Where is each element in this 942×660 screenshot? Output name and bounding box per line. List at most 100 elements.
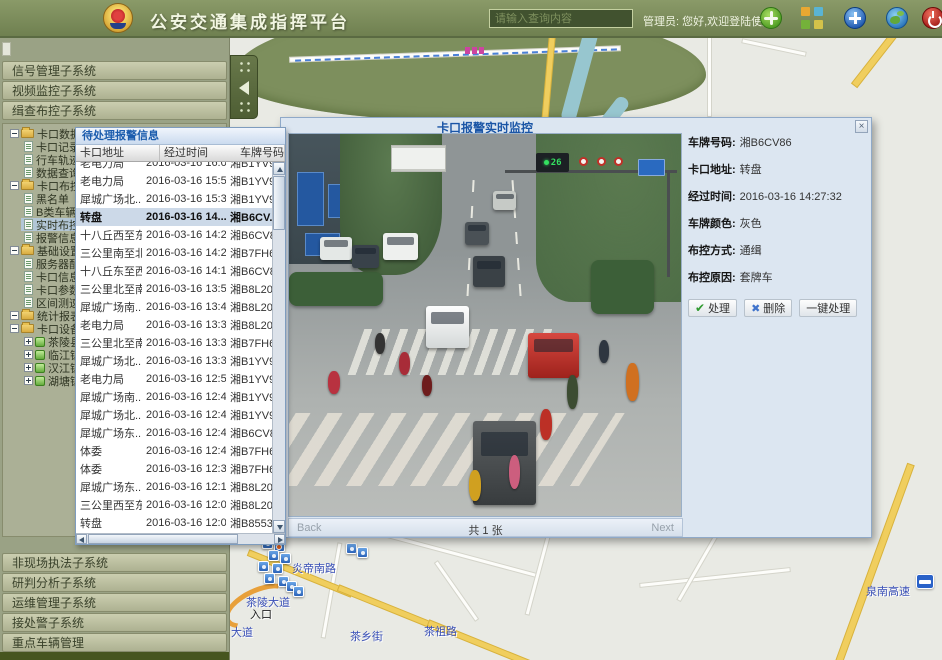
handle-button[interactable]: ✔ 处理 (688, 299, 737, 317)
column-header[interactable]: 经过时间 (160, 145, 236, 161)
alarm-row[interactable]: 犀城广场东... 2016-03-16 12:1... 湘B8L203 (76, 478, 273, 496)
map-road (435, 561, 478, 620)
tree-expander-icon[interactable] (10, 246, 19, 255)
camera-marker[interactable] (264, 573, 275, 584)
alarm-row[interactable]: 三公里北至南 2016-03-16 13:5... 湘B8L203 (76, 280, 273, 298)
add-icon[interactable] (844, 7, 866, 29)
globe-icon[interactable] (886, 7, 908, 29)
scooter-rider (399, 352, 410, 375)
map-tools-icon[interactable] (760, 7, 782, 29)
alarm-row[interactable]: 犀城广场东... 2016-03-16 12:4... 湘B6CV86 (76, 424, 273, 442)
alarm-row[interactable]: 老电力局 2016-03-16 13:3... 湘B8L203 (76, 316, 273, 334)
sidebar-subsystem-item[interactable]: 研判分析子系统 (2, 573, 227, 592)
column-header[interactable]: 车牌号码 (236, 145, 285, 161)
alarm-detail-panel: 车牌号码:湘B6CV86 卡口地址:转盘 经过时间:2016-03-16 14:… (688, 134, 868, 296)
subsystem-menu-top: 信号管理子系统视频监控子系统缉查布控子系统 (0, 38, 229, 120)
scroll-right-icon[interactable] (274, 534, 285, 544)
sidebar-subsystem-item[interactable]: 非现场执法子系统 (2, 553, 227, 572)
map-label-entrance: 入口 (250, 606, 272, 622)
sidebar-subsystem-item[interactable]: 缉查布控子系统 (2, 101, 227, 120)
car-gray-sedan-foreground (473, 421, 536, 505)
tree-expander-icon[interactable] (24, 363, 33, 372)
scene-direction-sign (391, 145, 446, 172)
alarm-row[interactable]: 三公里西至东 2016-03-16 12:0... 湘B8L203 (76, 496, 273, 514)
collapse-arrow-icon (239, 81, 249, 95)
tree-node-icon (24, 232, 33, 243)
alarm-row[interactable]: 犀城广场北... 2016-03-16 15:3... 湘B1YV96 (76, 190, 273, 208)
horizontal-scrollbar[interactable] (76, 533, 285, 544)
map-road (708, 38, 711, 116)
alarm-row[interactable]: 十八丘东至西 2016-03-16 14:1... 湘B6CV86 (76, 262, 273, 280)
traffic-signal: 26 (536, 153, 569, 172)
tree-node-icon (24, 284, 33, 295)
car-white-sedan (426, 306, 469, 348)
detail-row: 车牌颜色:灰色 (688, 215, 868, 231)
tree-node-icon (24, 193, 33, 204)
tree-node-icon (24, 167, 33, 178)
alarm-row[interactable]: 体委 2016-03-16 12:3... 湘B7FH62 (76, 460, 273, 478)
alarm-row[interactable]: 犀城广场北... 2016-03-16 12:4... 湘B1YV96 (76, 406, 273, 424)
logout-power-icon[interactable] (922, 7, 942, 29)
app-title: 公安交通集成指挥平台 (150, 8, 350, 33)
tree-expander-icon[interactable] (10, 311, 19, 320)
one-key-handle-button[interactable]: 一键处理 (799, 299, 857, 317)
map-road-yellow (852, 38, 897, 87)
car-red (528, 333, 579, 379)
tree-node-icon (21, 311, 34, 320)
sidebar-collapse-handle[interactable] (230, 55, 258, 119)
sidebar-subsystem-item[interactable]: 重点车辆管理 (2, 633, 227, 652)
tree-node-icon (24, 206, 33, 217)
column-header[interactable]: 卡口地址 (76, 145, 160, 161)
map-label-road: 茶乡街 (350, 628, 383, 644)
camera-marker[interactable] (258, 561, 269, 572)
alarm-row[interactable]: 犀城广场南... 2016-03-16 13:4... 湘B8L203 (76, 298, 273, 316)
dashboard-grid-icon[interactable] (801, 7, 823, 29)
tree-node-icon (24, 219, 33, 230)
sidebar-subsystem-item[interactable]: 运维管理子系统 (2, 593, 227, 612)
alarm-row[interactable]: 老电力局 2016-03-16 15:5... 湘B1YV96 (76, 172, 273, 190)
sidebar-footer-strip (0, 652, 229, 660)
close-icon[interactable]: × (855, 120, 868, 133)
alarm-row[interactable]: 体委 2016-03-16 12:4... 湘B7FH62 (76, 442, 273, 460)
scrollbar-thumb[interactable] (88, 534, 238, 544)
alarm-row[interactable]: 三公里北至南 2016-03-16 13:3... 湘B7FH62 (76, 334, 273, 352)
tree-expander-icon[interactable] (24, 376, 33, 385)
tree-expander-icon[interactable] (10, 181, 19, 190)
tree-expander-icon[interactable] (24, 337, 33, 346)
search-input[interactable] (489, 9, 633, 28)
check-icon: ✔ (695, 301, 705, 315)
sidebar-subsystem-item[interactable]: 视频监控子系统 (2, 81, 227, 100)
scooter-rider (567, 375, 578, 409)
alarm-table-header: 卡口地址经过时间车牌号码 (76, 145, 285, 162)
alarm-row[interactable]: 老电力局 2016-03-16 16:0... 湘B1YV96 (76, 162, 273, 172)
tree-expander-icon[interactable] (24, 350, 33, 359)
scroll-up-icon[interactable] (273, 162, 285, 175)
scrollbar-thumb[interactable] (273, 176, 285, 230)
sidebar-subsystem-item[interactable]: 信号管理子系统 (2, 61, 227, 80)
camera-marker[interactable] (346, 543, 357, 554)
alarm-row[interactable]: 犀城广场南... 2016-03-16 12:4... 湘B1YV96 (76, 388, 273, 406)
alarm-row[interactable]: 十八丘西至东 2016-03-16 14:2... 湘B6CV86 (76, 226, 273, 244)
sidebar-subsystem-item[interactable]: 接处警子系统 (2, 613, 227, 632)
camera-marker[interactable] (293, 586, 304, 597)
alarm-row[interactable]: 转盘 2016-03-16 12:0... 湘B8553G (76, 514, 273, 532)
alarm-row[interactable]: 转盘 2016-03-16 14... 湘B6CV... (76, 208, 273, 226)
scooter-rider (375, 333, 385, 354)
alarm-row[interactable]: 老电力局 2016-03-16 12:5... 湘B1YV96 (76, 370, 273, 388)
detail-row: 经过时间:2016-03-16 14:27:32 (688, 188, 868, 204)
next-button[interactable]: Next (651, 522, 674, 534)
tree-node-icon (35, 337, 45, 347)
vertical-scrollbar[interactable] (272, 162, 285, 533)
camera-marker[interactable] (268, 550, 279, 561)
alarm-row[interactable]: 三公里南至北 2016-03-16 14:2... 湘B7FH62 (76, 244, 273, 262)
camera-marker[interactable] (357, 547, 368, 558)
delete-button[interactable]: ✖ 删除 (744, 299, 792, 317)
map-label-road: 炎帝南路 (292, 560, 336, 576)
alarm-row[interactable]: 犀城广场北... 2016-03-16 13:3... 湘B1YV96 (76, 352, 273, 370)
tree-expander-icon[interactable] (10, 324, 19, 333)
scroll-left-icon[interactable] (76, 534, 87, 544)
tree-expander-icon[interactable] (10, 129, 19, 138)
police-emblem-icon (103, 3, 133, 33)
tree-node-icon (21, 246, 34, 255)
scroll-down-icon[interactable] (273, 520, 285, 533)
